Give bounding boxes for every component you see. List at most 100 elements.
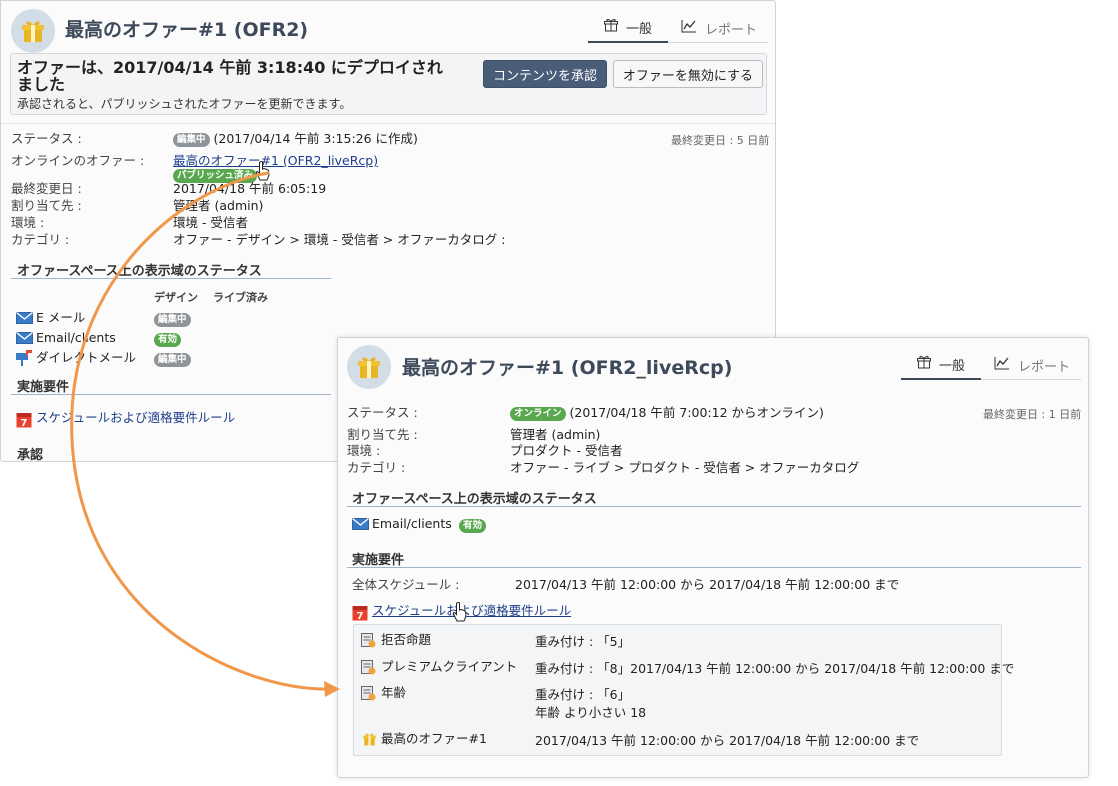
gift-icon xyxy=(916,355,931,373)
section-underline xyxy=(11,278,331,279)
rule-detail: 2017/04/13 午前 12:00:00 から 2017/04/18 午前 … xyxy=(535,733,920,748)
rule-icon xyxy=(361,633,376,651)
calendar-icon: 7 xyxy=(352,604,368,624)
assignee-label: 割り当て先 : xyxy=(11,198,82,213)
environment-value: プロダクト - 受信者 xyxy=(510,443,623,458)
rule-detail: 重み付け : 「5」 xyxy=(535,634,631,649)
email-icon xyxy=(16,331,33,347)
alert-subtitle: 承認されると、パブリッシュされたオファーを更新できます。 xyxy=(17,97,352,111)
email-icon xyxy=(352,517,369,533)
category-value: オファー - ライブ > プロダクト - 受信者 > オファーカタログ xyxy=(510,460,860,475)
space-row-direct-mail-status: 編集中 xyxy=(154,351,191,367)
status-row: オンライン (2017/04/18 午前 7:00:12 からオンライン) xyxy=(510,405,824,421)
tab-report[interactable]: レポート xyxy=(987,352,1077,378)
assignee-value: 管理者 (admin) xyxy=(173,198,264,213)
status-value: (2017/04/18 午前 7:00:12 からオンライン) xyxy=(569,405,824,420)
space-section-title: オファースペース上の表示域のステータス xyxy=(352,492,597,507)
col-header-live: ライブ済み xyxy=(213,291,268,304)
last-modified-note: 最終変更日 : 5 日前 xyxy=(671,134,770,147)
status-badge: オンライン xyxy=(510,406,566,421)
tab-report[interactable]: レポート xyxy=(674,15,764,41)
offer-panel-live: 最高のオファー#1 (OFR2_liveRcp) 一般 レポート ステータス :… xyxy=(337,337,1089,778)
space-row-email-clients: Email/clients xyxy=(372,516,452,531)
svg-text:7: 7 xyxy=(357,611,364,621)
tab-label: 一般 xyxy=(938,358,965,374)
direct-mail-icon xyxy=(15,350,33,369)
chart-line-icon xyxy=(994,356,1010,374)
tab-bar: 一般 レポート xyxy=(588,15,768,43)
assignee-value: 管理者 (admin) xyxy=(510,427,601,442)
section-underline xyxy=(11,461,331,462)
status-badge: 有効 xyxy=(459,518,487,533)
divider xyxy=(1,123,775,124)
page-title: 最高のオファー#1 (OFR2_liveRcp) xyxy=(402,357,733,379)
space-row-email-clients-status: 有効 xyxy=(154,331,182,347)
hand-cursor-icon xyxy=(452,601,468,625)
schedule-rules-link[interactable]: スケジュールおよび適格要件ルール xyxy=(36,410,235,426)
rule-detail-condition: 年齢 より小さい 18 xyxy=(535,705,647,720)
schedule-rules-link[interactable]: スケジュールおよび適格要件ルール xyxy=(372,603,571,619)
last-modified-note: 最終変更日 : 1 日前 xyxy=(983,408,1082,421)
rule-name: 最高のオファー#1 xyxy=(381,731,487,746)
col-header-design: デザイン xyxy=(154,291,198,304)
tab-label: レポート xyxy=(704,22,757,38)
alert-title: オファーは、2017/04/14 午前 3:18:40 にデプロイされました xyxy=(17,58,443,94)
section-underline xyxy=(347,567,1081,568)
space-row-email: E メール xyxy=(36,310,86,325)
status-badge: 編集中 xyxy=(154,352,191,367)
section-underline xyxy=(11,394,331,395)
last-modified-value: 2017/04/18 午前 6:05:19 xyxy=(173,181,327,196)
gift-icon xyxy=(363,732,376,749)
space-row-email-status: 編集中 xyxy=(154,311,191,327)
status-value: (2017/04/14 午前 3:15:26 に作成) xyxy=(213,131,418,146)
requirements-section-title: 実施要件 xyxy=(17,380,70,395)
calendar-icon: 7 xyxy=(16,411,32,431)
status-label: ステータス : xyxy=(11,131,82,146)
online-offer-label: オンラインのオファー : xyxy=(11,153,145,168)
space-row-status: 有効 xyxy=(459,517,487,533)
deploy-alert: オファーは、2017/04/14 午前 3:18:40 にデプロイされました 承… xyxy=(10,53,767,115)
panel-header: 最高のオファー#1 (OFR2) 一般 レポート xyxy=(1,1,775,55)
tab-label: レポート xyxy=(1017,359,1070,375)
tab-divider xyxy=(668,42,768,43)
category-label: カテゴリ : xyxy=(11,232,70,247)
space-section-title: オファースペース上の表示域のステータス xyxy=(17,264,262,279)
rule-detail: 重み付け : 「6」 xyxy=(535,687,631,702)
assignee-label: 割り当て先 : xyxy=(347,427,418,442)
rules-list: 拒否命題 重み付け : 「5」 プレミアムクライアント 重み付け : 「8」20… xyxy=(353,624,1014,756)
approve-content-button[interactable]: コンテンツを承認 xyxy=(483,60,607,88)
status-badge: 編集中 xyxy=(154,312,191,327)
chart-line-icon xyxy=(681,19,697,37)
space-row-email-clients: Email/clients xyxy=(36,330,116,345)
last-modified-label: 最終変更日 : xyxy=(11,181,82,196)
gift-icon xyxy=(347,345,391,389)
rule-name: 拒否命題 xyxy=(381,632,432,647)
tab-general[interactable]: 一般 xyxy=(588,15,668,43)
category-label: カテゴリ : xyxy=(347,460,406,475)
environment-label: 環境 : xyxy=(11,215,45,230)
section-underline xyxy=(347,506,1081,507)
disable-offer-button[interactable]: オファーを無効にする xyxy=(613,60,763,88)
status-row: 編集中 (2017/04/14 午前 3:15:26 に作成) xyxy=(173,131,418,147)
approval-section-title: 承認 xyxy=(17,448,44,462)
tab-general[interactable]: 一般 xyxy=(901,352,981,380)
gift-icon xyxy=(603,18,618,36)
rule-detail: 重み付け : 「8」2017/04/13 午前 12:00:00 から 2017… xyxy=(535,661,1015,676)
page-title: 最高のオファー#1 (OFR2) xyxy=(65,19,309,41)
status-badge: 編集中 xyxy=(173,132,210,147)
tab-divider xyxy=(981,379,1081,380)
rule-icon xyxy=(361,686,376,704)
requirements-section-title: 実施要件 xyxy=(352,553,405,568)
email-icon xyxy=(16,311,33,327)
space-row-direct-mail: ダイレクトメール xyxy=(36,350,137,365)
rule-icon xyxy=(361,660,376,678)
rule-name: プレミアムクライアント xyxy=(381,659,518,674)
tab-label: 一般 xyxy=(625,21,652,37)
rule-name: 年齢 xyxy=(381,685,407,700)
category-value: オファー - デザイン > 環境 - 受信者 > オファーカタログ : xyxy=(173,232,506,247)
panel-header: 最高のオファー#1 (OFR2_liveRcp) 一般 レポート xyxy=(338,338,1088,392)
tab-bar: 一般 レポート xyxy=(901,352,1081,380)
status-badge: 有効 xyxy=(154,332,182,347)
schedule-value: 2017/04/13 午前 12:00:00 から 2017/04/18 午前 … xyxy=(515,577,900,592)
environment-label: 環境 : xyxy=(347,443,381,458)
